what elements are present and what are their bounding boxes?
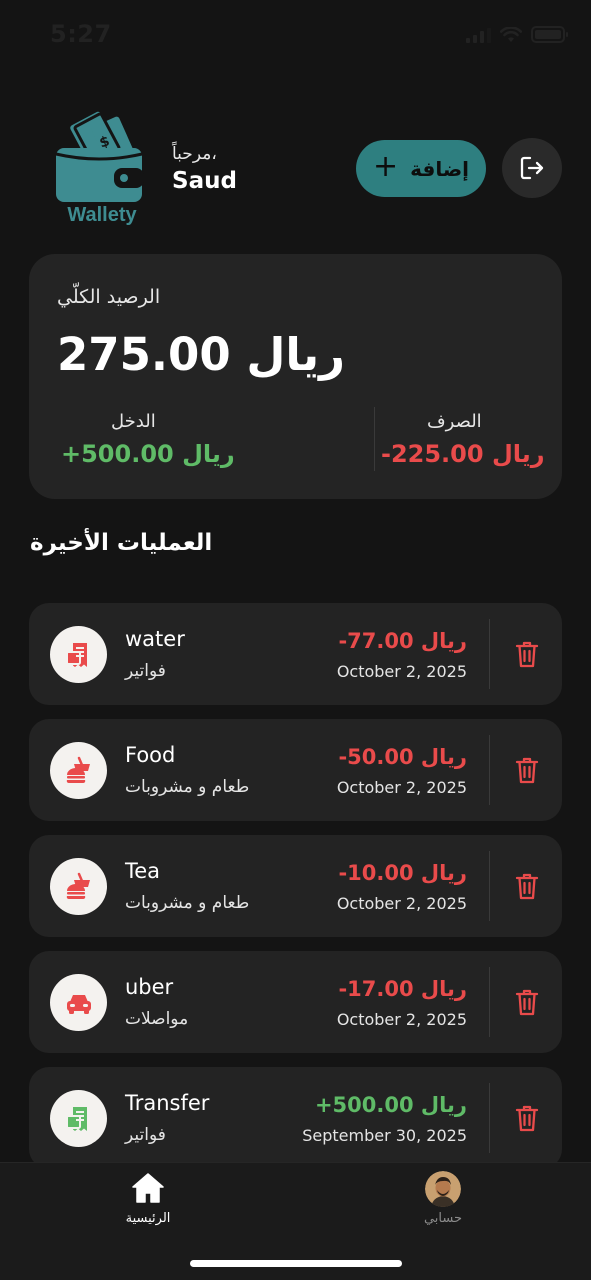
plus-icon: + <box>372 149 399 184</box>
transaction-amount: -10.00 ريال <box>338 861 467 885</box>
transaction-date: October 2, 2025 <box>336 1010 467 1029</box>
transaction-date: October 2, 2025 <box>336 662 467 681</box>
transaction-list: water فواتير -77.00 ريال October 2, 2025… <box>29 603 562 1183</box>
nav-home-label: الرئيسية <box>125 1211 171 1226</box>
transaction-amount: -50.00 ريال <box>338 745 467 769</box>
trash-icon[interactable] <box>514 871 540 901</box>
add-button-label: إضافة <box>410 156 470 181</box>
home-icon <box>132 1173 164 1203</box>
transaction-category: فواتير <box>125 661 166 681</box>
spend-label: الصرف <box>427 411 482 432</box>
bill-icon <box>50 1090 107 1147</box>
divider <box>489 851 490 921</box>
nav-home[interactable]: الرئيسية <box>112 1171 184 1226</box>
app-logo: $ Wallety <box>52 110 152 230</box>
battery-icon <box>531 26 568 43</box>
recent-transactions-title: العمليات الأخيرة <box>30 530 213 556</box>
income-label: الدخل <box>111 411 156 432</box>
user-name: Saud <box>172 168 237 194</box>
transaction-category: فواتير <box>125 1125 166 1145</box>
nav-profile[interactable]: حسابي <box>407 1171 479 1226</box>
transaction-item[interactable]: uber مواصلات -17.00 ريال October 2, 2025 <box>29 951 562 1053</box>
income-value: +500.00 ريال <box>61 440 235 468</box>
transaction-item[interactable]: water فواتير -77.00 ريال October 2, 2025 <box>29 603 562 705</box>
wallet-icon: $ <box>55 111 144 202</box>
logout-button[interactable] <box>502 138 562 198</box>
trash-icon[interactable] <box>514 1103 540 1133</box>
status-bar: 5:27 <box>0 0 591 70</box>
signal-icon <box>466 27 491 43</box>
transaction-name: Transfer <box>125 1091 210 1115</box>
status-icons <box>466 26 568 43</box>
transaction-name: Tea <box>125 859 161 883</box>
divider <box>489 735 490 805</box>
transaction-item[interactable]: Tea طعام و مشروبات -10.00 ريال October 2… <box>29 835 562 937</box>
logo-text: Wallety <box>67 204 137 226</box>
nav-profile-label: حسابي <box>423 1211 463 1226</box>
home-indicator <box>190 1260 402 1267</box>
total-balance-label: الرصيد الكلّي <box>57 286 161 308</box>
balance-card: الرصيد الكلّي 275.00 ريال الدخل +500.00 … <box>29 254 562 499</box>
bill-icon <box>50 626 107 683</box>
avatar <box>425 1171 461 1207</box>
transaction-category: طعام و مشروبات <box>125 777 250 797</box>
transaction-name: uber <box>125 975 174 999</box>
trash-icon[interactable] <box>514 987 540 1017</box>
trash-icon[interactable] <box>514 639 540 669</box>
food-icon <box>50 742 107 799</box>
car-icon <box>50 974 107 1031</box>
header: $ Wallety مرحباً، Saud + إضافة <box>0 110 591 240</box>
trash-icon[interactable] <box>514 755 540 785</box>
transaction-amount: +500.00 ريال <box>314 1093 467 1117</box>
divider <box>489 967 490 1037</box>
transaction-date: October 2, 2025 <box>336 778 467 797</box>
divider <box>374 407 375 471</box>
transaction-category: طعام و مشروبات <box>125 893 250 913</box>
transaction-item[interactable]: Food طعام و مشروبات -50.00 ريال October … <box>29 719 562 821</box>
greeting-text: مرحباً، <box>172 144 217 164</box>
transaction-amount: -17.00 ريال <box>338 977 467 1001</box>
logout-icon <box>520 156 544 180</box>
add-button[interactable]: + إضافة <box>356 140 486 197</box>
transaction-category: مواصلات <box>125 1009 189 1029</box>
divider <box>489 619 490 689</box>
transaction-date: September 30, 2025 <box>302 1126 467 1145</box>
transaction-name: Food <box>125 743 176 767</box>
total-balance-amount: 275.00 ريال <box>57 328 346 381</box>
spend-value: -225.00 ريال <box>381 440 545 468</box>
transaction-date: October 2, 2025 <box>336 894 467 913</box>
transaction-item[interactable]: Transfer فواتير +500.00 ريال September 3… <box>29 1067 562 1169</box>
food-icon <box>50 858 107 915</box>
divider <box>489 1083 490 1153</box>
wifi-icon <box>500 26 522 42</box>
transaction-name: water <box>125 627 185 651</box>
status-time: 5:27 <box>50 20 112 48</box>
greeting: مرحباً، Saud <box>172 144 237 194</box>
transaction-amount: -77.00 ريال <box>338 629 467 653</box>
